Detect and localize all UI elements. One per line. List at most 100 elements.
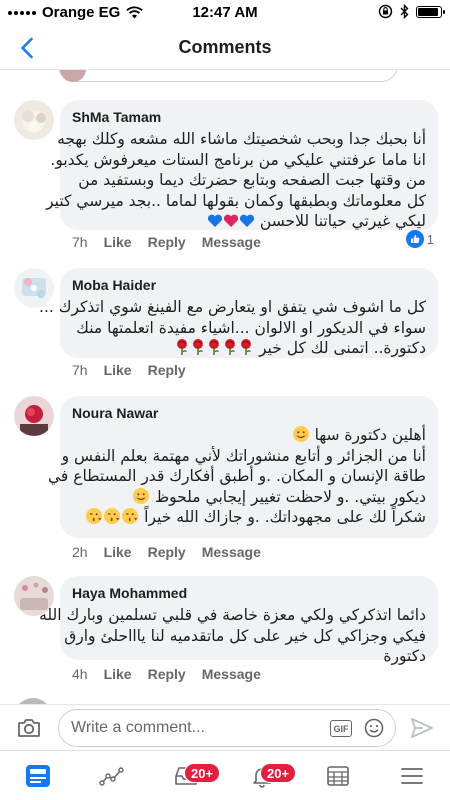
comment-line: ليكي غيرتي حياتنا للاحسن: [72, 211, 426, 232]
red-heart-icon: [223, 214, 239, 227]
comment-composer: GIF: [0, 704, 450, 750]
comment-text: كل ما اشوف شي يتفق او يتعارض مع الفينغ ش…: [39, 297, 426, 359]
comment-author[interactable]: Moba Haider: [72, 277, 426, 293]
tab-activity[interactable]: [82, 751, 142, 800]
comment-text: دائما اتذكركي ولكي معزة خاصة في قلبي تسل…: [39, 605, 426, 667]
comment-time: 7h: [72, 362, 88, 378]
comment-text: أهلين دكتورة سها أنا من الجزائر و أتابع …: [47, 425, 426, 528]
gif-button[interactable]: GIF: [330, 720, 352, 737]
comment-bubble[interactable]: Noura Nawar أهلين دكتورة سها أنا من الجز…: [47, 396, 438, 538]
comment-line: طاقة الإنسان و المكان. .و أطبق أفكارك قد…: [47, 467, 426, 485]
comment-line: ديكور بيتي. .و لاحظت تغيير إيجابي ملحوظ: [72, 487, 426, 508]
comment-author[interactable]: ShMa Tamam: [72, 109, 426, 125]
reply-button[interactable]: Reply: [148, 666, 186, 682]
battery-icon: [416, 5, 445, 18]
camera-button[interactable]: [16, 716, 42, 740]
comment-line-text: دكتورة.. اتمنى لك كل خير: [258, 339, 426, 357]
comment-actions: 4h Like Reply Message: [72, 666, 277, 682]
reply-button[interactable]: Reply: [148, 362, 186, 378]
comment-actions: 2h Like Reply Message: [72, 544, 277, 560]
calendar-grid-icon: [327, 766, 349, 786]
comment-time: 4h: [72, 666, 88, 682]
send-button[interactable]: [410, 717, 434, 739]
sticker-button[interactable]: [364, 718, 384, 738]
message-button[interactable]: Message: [202, 234, 261, 250]
reply-button[interactable]: Reply: [148, 544, 186, 560]
comment-line: كل معلوماتك وبطبقها وكمان بقولها لماما .…: [46, 191, 426, 210]
news-feed-icon: [26, 765, 50, 787]
face-blowing-kiss-icon: [86, 508, 103, 524]
comment-text: أنا بحبك جدا وبحب شخصيتك ماشاء الله مشعه…: [46, 129, 426, 232]
face-blowing-kiss-icon: [122, 508, 139, 524]
comment-author[interactable]: Noura Nawar: [72, 405, 426, 421]
smiling-face-icon: [132, 487, 149, 504]
message-button[interactable]: Message: [202, 544, 261, 560]
like-button[interactable]: Like: [104, 544, 132, 560]
rose-icon: [177, 339, 188, 355]
back-button[interactable]: [12, 34, 42, 62]
rose-icon: [193, 339, 204, 355]
comment-line-text: ليكي غيرتي حياتنا للاحسن: [259, 212, 426, 230]
comment-line: دكتورة: [383, 647, 426, 665]
reaction-summary[interactable]: 1: [405, 230, 434, 248]
avatar[interactable]: [14, 100, 54, 140]
page-title: Comments: [178, 37, 272, 57]
camera-icon: [18, 719, 40, 737]
comment-bubble[interactable]: Haya Mohammed دائما اتذكركي ولكي معزة خا…: [39, 576, 438, 665]
tab-news-feed[interactable]: [8, 751, 68, 800]
comment-bubble[interactable]: Moba Haider كل ما اشوف شي يتفق او يتعارض…: [39, 268, 438, 359]
comment-line: أنا من الجزائر و أتابع منشوراتك لأني مهت…: [61, 446, 426, 465]
rose-icon: [241, 339, 252, 355]
chevron-left-icon: [21, 37, 33, 59]
rotation-lock-icon: [378, 4, 393, 19]
tab-inbox[interactable]: 20+: [156, 751, 221, 800]
comment-line: أنا بحبك جدا وبحب شخصيتك ماشاء الله مشعه…: [57, 130, 426, 148]
comment-author[interactable]: Haya Mohammed: [72, 585, 426, 601]
comment-line-text: ديكور بيتي. .و لاحظت تغيير إيجابي ملحوظ: [154, 487, 426, 506]
rose-icon: [209, 339, 220, 355]
reply-button[interactable]: Reply: [148, 234, 186, 250]
tab-pages[interactable]: [308, 751, 368, 800]
status-bar: Orange EG 12:47 AM: [0, 0, 450, 26]
tab-menu[interactable]: [382, 751, 442, 800]
reaction-count: 1: [426, 231, 434, 247]
comment-line: شكراً لك على مجهوداتك. .و جازاك الله خير…: [72, 507, 426, 528]
blue-heart-icon: [239, 214, 255, 227]
avatar[interactable]: [14, 396, 54, 436]
comment-actions: 7h Like Reply Message: [72, 234, 277, 250]
reply-field-partial[interactable]: [58, 70, 398, 82]
activity-graph-icon: [99, 767, 124, 786]
comment-time: 7h: [72, 234, 88, 250]
hamburger-menu-icon: [401, 768, 423, 784]
bluetooth-icon: [400, 4, 409, 19]
notification-badge: 20+: [260, 763, 297, 783]
comment-line: انا ماما عرفتني عليكي من برنامج الستات م…: [50, 150, 426, 169]
like-button[interactable]: Like: [104, 234, 132, 250]
like-button[interactable]: Like: [104, 666, 132, 682]
comment-time: 2h: [72, 544, 88, 560]
comment-actions: 7h Like Reply: [72, 362, 202, 378]
comment-line: فيكي وجزاكي كل خير على كل ماتقدميه لنا ي…: [64, 626, 426, 645]
comment-line: كل ما اشوف شي يتفق او يتعارض مع الفينغ ش…: [39, 298, 426, 316]
like-button[interactable]: Like: [104, 362, 132, 378]
comment-bubble[interactable]: ShMa Tamam أنا بحبك جدا وبحب شخصيتك ماشا…: [46, 100, 438, 232]
comment-line: من وقتها جبت الصفحه وبتابع حضرتك ديما وب…: [78, 171, 426, 189]
comment-line: دكتورة.. اتمنى لك كل خير: [72, 338, 426, 359]
comment-line: سواء في الديكور او الالوان ...اشياء مفيد…: [76, 318, 426, 337]
face-blowing-kiss-icon: [104, 508, 121, 524]
tab-notifications[interactable]: 20+: [232, 751, 297, 800]
smiling-face-icon: [292, 426, 309, 442]
comment-line: دائما اتذكركي ولكي معزة خاصة في قلبي تسل…: [39, 606, 426, 624]
thumbs-up-icon: [405, 230, 424, 248]
message-button[interactable]: Message: [202, 666, 261, 682]
comment-line-text: أهلين دكتورة سها: [314, 426, 426, 444]
comment-line: أهلين دكتورة سها: [72, 425, 426, 446]
comment-line-text: شكراً لك على مجهوداتك. .و جازاك الله خير…: [144, 508, 426, 526]
status-right: [378, 4, 445, 19]
notification-badge: 20+: [184, 763, 221, 783]
comments-feed[interactable]: ShMa Tamam أنا بحبك جدا وبحب شخصيتك ماشا…: [0, 70, 450, 704]
rose-icon: [225, 339, 236, 355]
bottom-tab-bar: 20+ 20+: [0, 750, 450, 800]
smiley-icon: [364, 718, 384, 738]
nav-header: Comments: [0, 26, 450, 70]
